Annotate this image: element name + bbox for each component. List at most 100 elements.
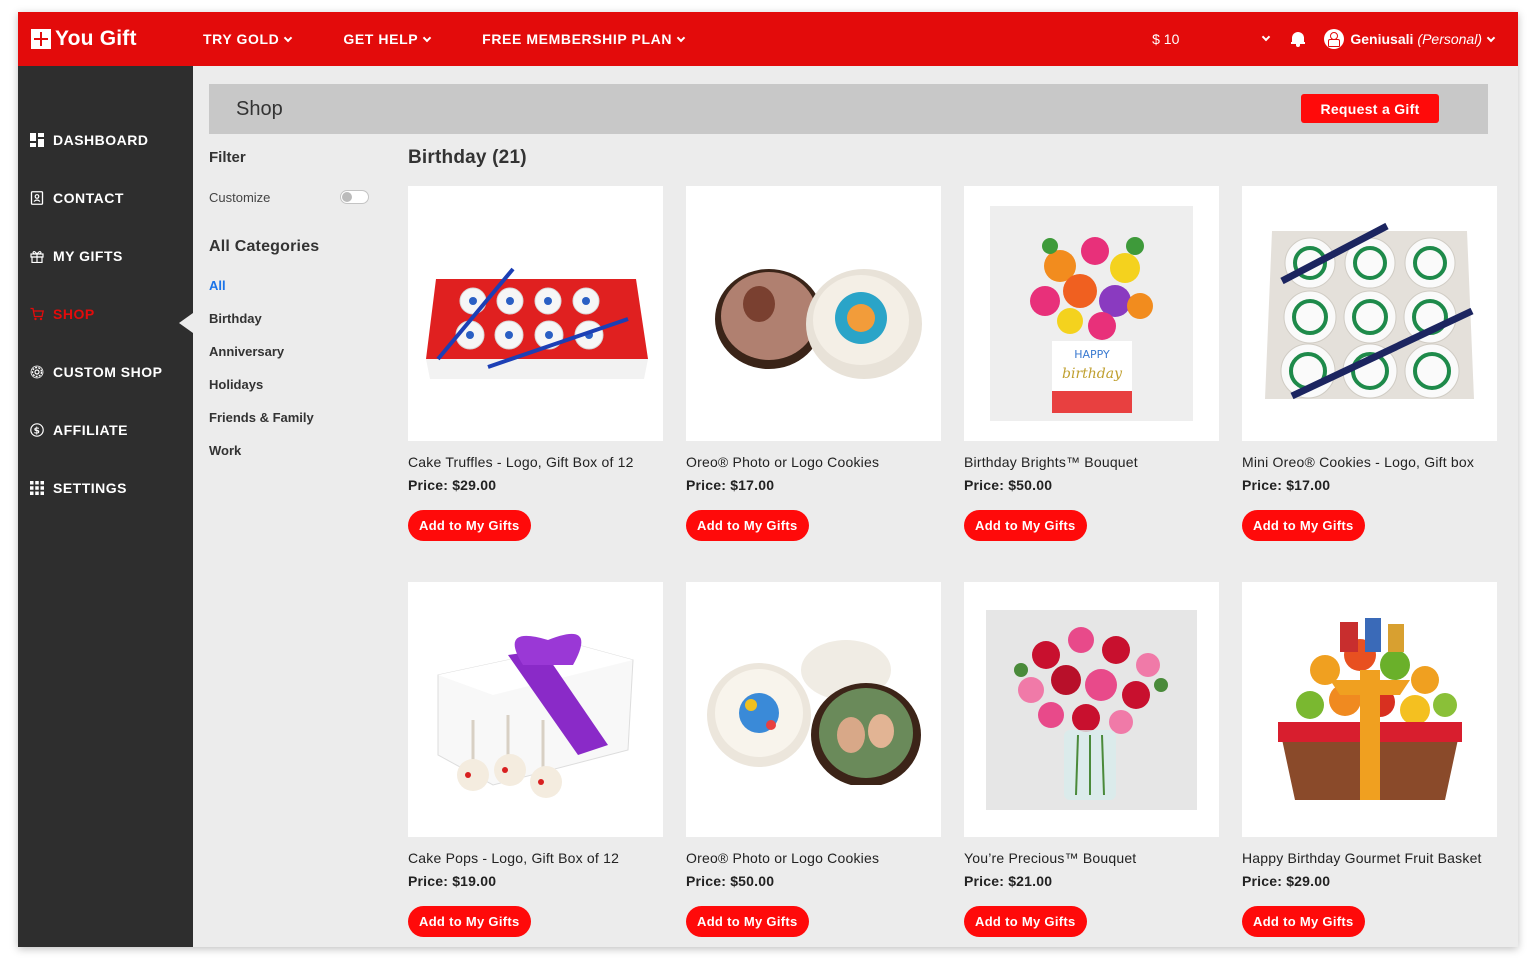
user-account-type: (Personal) [1417, 31, 1482, 47]
sidebar-item-label: DASHBOARD [53, 132, 149, 148]
add-to-my-gifts-button[interactable]: Add to My Gifts [686, 510, 809, 541]
add-to-my-gifts-button[interactable]: Add to My Gifts [964, 510, 1087, 541]
sidebar-item-shop[interactable]: SHOP [18, 299, 193, 329]
add-to-my-gifts-button[interactable]: Add to My Gifts [408, 906, 531, 937]
gift-logo-icon [31, 29, 51, 49]
product-name[interactable]: Cake Pops - Logo, Gift Box of 12 [408, 850, 663, 868]
category-work[interactable]: Work [209, 443, 241, 458]
dollar-circle-icon: $ [30, 423, 44, 437]
add-to-my-gifts-button[interactable]: Add to My Gifts [1242, 510, 1365, 541]
add-to-my-gifts-button[interactable]: Add to My Gifts [964, 906, 1087, 937]
sidebar-item-my-gifts[interactable]: MY GIFTS [18, 241, 193, 271]
product-image-oreo-cookies[interactable] [686, 186, 941, 441]
top-bar: You Gift TRY GOLD GET HELP FREE MEMBERSH… [18, 12, 1518, 66]
category-all[interactable]: All [209, 278, 226, 293]
sidebar-item-label: CONTACT [53, 190, 124, 206]
add-to-my-gifts-button[interactable]: Add to My Gifts [686, 906, 809, 937]
product-image-precious-bouquet[interactable] [964, 582, 1219, 837]
filter-title: Filter [209, 149, 246, 166]
product-name[interactable]: Birthday Brights™ Bouquet [964, 454, 1219, 472]
nav-get-help-label: GET HELP [343, 31, 419, 47]
top-right-controls: $ 10 Geniusali (Personal) [1152, 12, 1518, 66]
svg-text:birthday: birthday [1062, 366, 1123, 382]
product-price: Price: $19.00 [408, 873, 497, 889]
product-image-mini-oreo-cookies[interactable] [1242, 186, 1497, 441]
app-name: You Gift [55, 27, 137, 50]
sidebar-item-label: AFFILIATE [53, 422, 129, 438]
nav-free-membership[interactable]: FREE MEMBERSHIP PLAN [482, 31, 686, 47]
product-name[interactable]: Happy Birthday Gourmet Fruit Basket [1242, 850, 1497, 868]
product-price: Price: $21.00 [964, 873, 1053, 889]
bell-icon[interactable] [1291, 31, 1306, 47]
category-friends-family[interactable]: Friends & Family [209, 410, 314, 425]
product-card: Oreo® Photo or Logo Cookies Price: $17.0… [686, 186, 941, 541]
sidebar-item-affiliate[interactable]: $ AFFILIATE [18, 415, 193, 445]
product-price: Price: $29.00 [1242, 873, 1331, 889]
product-price: Price: $17.00 [1242, 477, 1331, 493]
category-birthday[interactable]: Birthday [209, 311, 262, 326]
product-price: Price: $50.00 [964, 477, 1053, 493]
product-image-birthday-bouquet[interactable]: HAPPY birthday [964, 186, 1219, 441]
sidebar-item-custom-shop[interactable]: CUSTOM SHOP [18, 357, 193, 387]
app-window: You Gift TRY GOLD GET HELP FREE MEMBERSH… [18, 12, 1518, 947]
request-gift-button[interactable]: Request a Gift [1301, 94, 1439, 123]
section-title: Birthday (21) [408, 147, 527, 168]
nav-free-membership-label: FREE MEMBERSHIP PLAN [482, 31, 673, 47]
product-image-fruit-basket[interactable] [1242, 582, 1497, 837]
contact-book-icon [30, 191, 44, 205]
product-card: Mini Oreo® Cookies - Logo, Gift box Pric… [1242, 186, 1497, 541]
gift-icon [30, 249, 44, 263]
nav-try-gold[interactable]: TRY GOLD [203, 31, 293, 47]
nav-try-gold-label: TRY GOLD [203, 31, 280, 47]
active-item-pointer [179, 313, 193, 333]
product-image-oreo-cookies-2[interactable] [686, 582, 941, 837]
sidebar-item-label: CUSTOM SHOP [53, 364, 163, 380]
svg-text:HAPPY: HAPPY [1074, 348, 1110, 361]
nav-get-help[interactable]: GET HELP [343, 31, 432, 47]
product-name[interactable]: Oreo® Photo or Logo Cookies [686, 454, 941, 472]
sidebar-item-settings[interactable]: SETTINGS [18, 473, 193, 503]
add-to-my-gifts-button[interactable]: Add to My Gifts [408, 510, 531, 541]
logo[interactable]: You Gift [31, 27, 203, 51]
page-title: Shop [236, 98, 283, 120]
product-name[interactable]: Cake Truffles - Logo, Gift Box of 12 [408, 454, 663, 472]
product-name[interactable]: You’re Precious™ Bouquet [964, 850, 1219, 868]
add-to-my-gifts-button[interactable]: Add to My Gifts [1242, 906, 1365, 937]
product-price: Price: $17.00 [686, 477, 775, 493]
product-image-cake-truffles[interactable] [408, 186, 663, 441]
sidebar-item-dashboard[interactable]: DASHBOARD [18, 125, 193, 155]
cart-icon [30, 307, 44, 321]
product-card: HAPPY birthday Birthday Brights™ Bouquet… [964, 186, 1219, 541]
sidebar-item-label: MY GIFTS [53, 248, 123, 264]
product-name[interactable]: Oreo® Photo or Logo Cookies [686, 850, 941, 868]
top-nav: TRY GOLD GET HELP FREE MEMBERSHIP PLAN [203, 31, 736, 47]
product-image-cake-pops[interactable] [408, 582, 663, 837]
balance-dropdown-chevron-icon[interactable] [1262, 32, 1271, 42]
chevron-down-icon [284, 33, 293, 42]
sidebar-item-label: SETTINGS [53, 480, 128, 496]
product-card: Happy Birthday Gourmet Fruit Basket Pric… [1242, 582, 1497, 937]
customize-label: Customize [209, 190, 271, 205]
user-menu[interactable]: Geniusali (Personal) [1324, 29, 1496, 49]
chevron-down-icon [676, 33, 686, 42]
category-holidays[interactable]: Holidays [209, 377, 263, 392]
svg-text:$: $ [34, 427, 41, 437]
category-anniversary[interactable]: Anniversary [209, 344, 284, 359]
customize-toggle[interactable] [340, 190, 369, 204]
categories-title: All Categories [209, 238, 320, 255]
sidebar-item-contact[interactable]: CONTACT [18, 183, 193, 213]
shop-header: Shop Request a Gift [209, 84, 1488, 134]
product-name[interactable]: Mini Oreo® Cookies - Logo, Gift box [1242, 454, 1497, 472]
user-avatar-icon [1324, 29, 1345, 49]
product-card: You’re Precious™ Bouquet Price: $21.00 A… [964, 582, 1219, 937]
dashboard-icon [30, 133, 44, 147]
balance-value: $ 10 [1152, 31, 1180, 47]
chevron-down-icon [422, 33, 432, 42]
product-price: Price: $50.00 [686, 873, 775, 889]
gear-icon [30, 365, 44, 379]
toggle-knob [342, 192, 352, 202]
product-price: Price: $29.00 [408, 477, 497, 493]
product-card: Cake Pops - Logo, Gift Box of 12 Price: … [408, 582, 663, 937]
user-name: Geniusali [1350, 31, 1414, 47]
grid-icon [30, 481, 44, 495]
